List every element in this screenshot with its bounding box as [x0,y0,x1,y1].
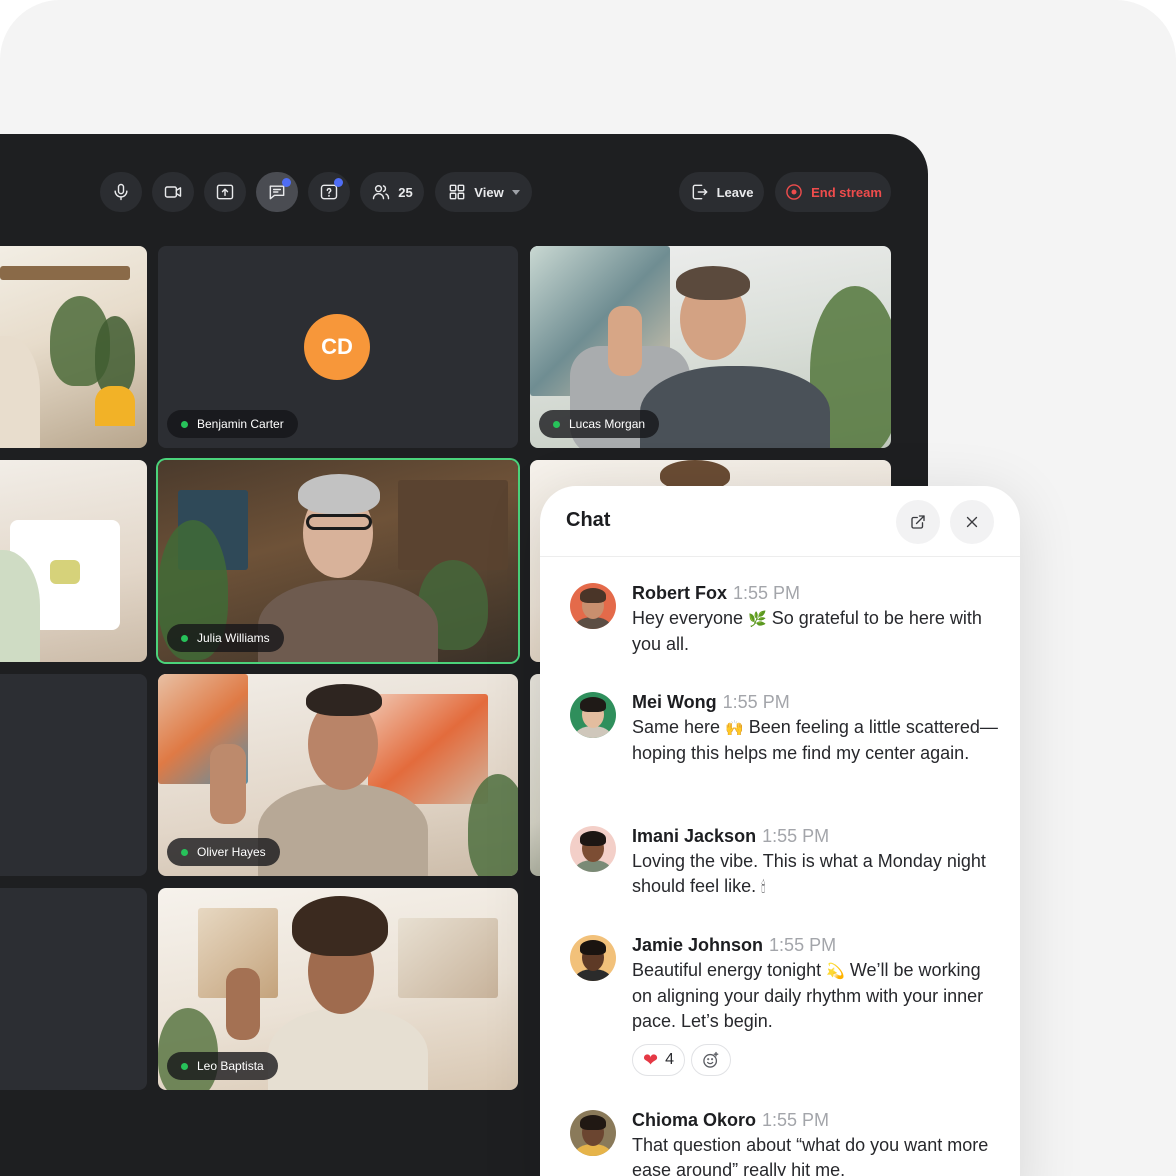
candle-emoji: 🕯 [761,878,766,896]
share-screen-icon [216,184,234,200]
raised-hands-emoji: 🙌 [725,719,744,737]
participant-name-tag: Oliver Hayes [167,838,280,866]
message-text: Loving the vibe. This is what a Monday n… [632,851,986,896]
sparkle-emoji: 💫 [826,962,845,980]
end-stream-button[interactable]: End stream [775,172,891,212]
participants-button[interactable]: 25 [360,172,424,212]
participants-count: 25 [398,184,413,200]
avatar [570,826,616,872]
microphone-button[interactable] [100,172,142,212]
video-tile[interactable] [0,888,147,1090]
microphone-icon [114,183,128,201]
message-text: Same here 🙌 Been feeling a little scatte… [632,717,998,763]
grid-icon [449,184,465,200]
message-text: Hey everyone 🌿 So grateful to be here wi… [632,608,982,654]
participant-name-tag: Leo Baptista [167,1052,278,1080]
video-tile-leo[interactable]: Leo Baptista [158,888,518,1090]
participant-name: Oliver Hayes [197,845,266,859]
avatar [570,692,616,738]
heart-reaction-button[interactable]: ❤ 4 [632,1044,685,1076]
video-tile-benjamin[interactable]: CD Benjamin Carter [158,246,518,448]
record-stop-icon [786,184,802,200]
message-reactions: ❤ 4 [632,1044,1002,1076]
chat-title: Chat [566,509,611,531]
status-dot [181,420,188,428]
message-time: 1:55 PM [769,935,837,955]
status-dot [181,634,188,642]
participant-name-tag: Lucas Morgan [539,410,660,438]
participant-name-tag: Julia Williams [167,624,284,652]
chat-notification-dot [282,178,291,187]
status-dot [553,420,560,428]
avatar [570,1110,616,1156]
message-author: Jamie Johnson [632,935,764,955]
close-chat-button[interactable] [950,500,994,544]
exit-icon [692,184,707,200]
leaf-emoji: 🌿 [748,610,767,628]
add-reaction-button[interactable] [691,1044,731,1076]
message-time: 1:55 PM [722,692,790,712]
external-link-icon [911,515,925,529]
participant-name: Lucas Morgan [569,417,646,431]
chevron-down-icon [511,189,520,195]
participant-name: Julia Williams [197,631,270,645]
end-stream-label: End stream [811,184,882,200]
status-dot [181,848,188,856]
video-tile-julia[interactable]: Julia Williams [158,460,518,662]
avatar [570,583,616,629]
message-author: Mei Wong [632,692,717,712]
camera-button[interactable] [152,172,194,212]
leave-label: Leave [716,184,754,200]
video-tile[interactable] [0,674,147,876]
add-emoji-icon [703,1051,719,1068]
heart-icon: ❤ [643,1049,659,1071]
participant-video [0,246,147,448]
video-tile-lucas[interactable]: Lucas Morgan [530,246,891,448]
video-tile-oliver[interactable]: Oliver Hayes [158,674,518,876]
participant-name: Leo Baptista [197,1059,264,1073]
leave-button[interactable]: Leave [679,172,764,212]
message-text: That question about “what do you want mo… [632,1135,989,1176]
questions-notification-dot [334,178,343,187]
share-screen-button[interactable] [204,172,246,212]
people-icon [373,185,390,200]
questions-button[interactable] [308,172,350,212]
chat-panel: Chat Robert Fox 1:55 PM Hey everyone 🌿 So… [540,486,1020,1176]
participant-name-tag: Benjamin Carter [167,410,298,438]
participant-video [0,460,147,662]
view-dropdown[interactable]: View [435,172,532,212]
popout-button[interactable] [896,500,940,544]
message-text: Beautiful energy tonight 💫 We’ll be work… [632,960,984,1031]
message-author: Robert Fox [632,583,728,603]
participant-name: Benjamin Carter [197,417,284,431]
chat-button[interactable] [256,172,298,212]
video-tile[interactable] [0,460,147,662]
chat-header: Chat [540,486,1020,557]
video-camera-icon [164,186,182,198]
view-label: View [474,184,504,200]
message-time: 1:55 PM [733,583,801,603]
status-dot [181,1062,188,1070]
video-tile[interactable] [0,246,147,448]
avatar: CD [304,314,370,380]
message-time: 1:55 PM [762,826,830,846]
message-author: Chioma Okoro [632,1110,757,1130]
reaction-count: 4 [665,1051,674,1068]
close-icon [966,516,978,528]
avatar [570,935,616,981]
message-time: 1:55 PM [762,1110,830,1130]
message-author: Imani Jackson [632,826,757,846]
